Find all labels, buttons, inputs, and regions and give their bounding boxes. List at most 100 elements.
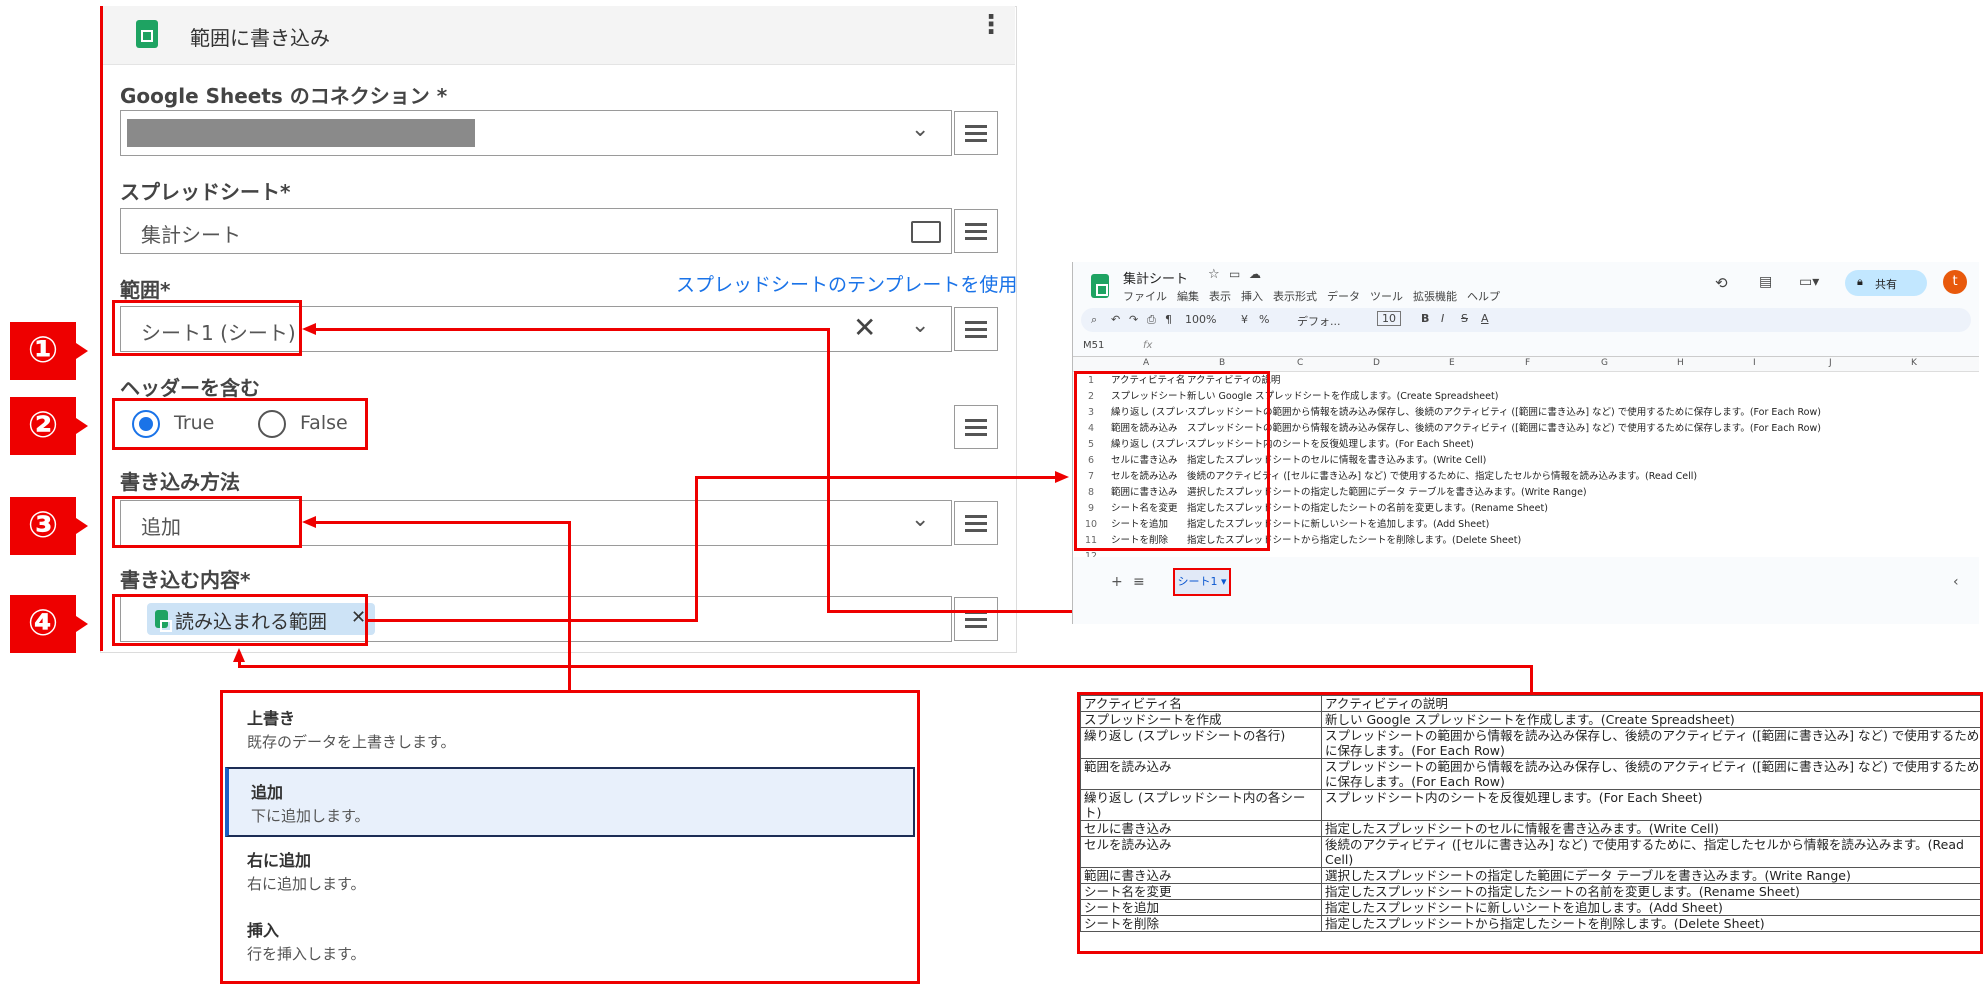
search-icon[interactable]: ⌕ <box>1091 313 1097 327</box>
marker-4: ④ <box>10 595 88 653</box>
avatar[interactable]: t <box>1943 270 1967 294</box>
font-select[interactable]: デフォ... <box>1297 313 1341 329</box>
content-options-button[interactable] <box>954 597 998 641</box>
star-icon[interactable]: ☆ <box>1208 267 1220 282</box>
menu-edit[interactable]: 編集 <box>1177 288 1199 304</box>
google-sheets-icon <box>136 20 158 48</box>
all-sheets-icon[interactable]: ≡ <box>1133 574 1145 590</box>
redo-icon[interactable]: ↷ <box>1129 313 1138 326</box>
column-header[interactable]: C <box>1297 358 1303 368</box>
connector-line <box>316 521 571 524</box>
menu-item-append-right[interactable]: 右に追加 右に追加します。 <box>225 837 915 907</box>
column-header[interactable]: D <box>1373 358 1380 368</box>
menu-item-append[interactable]: 追加 下に追加します。 <box>225 767 915 837</box>
activity-title: 範囲に書き込み <box>190 26 330 50</box>
marker-1: ① <box>10 322 88 380</box>
column-header[interactable]: B <box>1219 358 1225 368</box>
more-vert-icon[interactable]: ⋮ <box>978 12 1004 38</box>
menu-extensions[interactable]: 拡張機能 <box>1413 288 1457 304</box>
column-header[interactable]: F <box>1525 358 1530 368</box>
redacted-connection <box>127 119 475 147</box>
chevron-down-icon[interactable]: ⌄ <box>911 117 929 142</box>
tab-label: シート1 <box>1177 575 1218 588</box>
strikethrough-icon[interactable]: S <box>1461 312 1468 325</box>
text-color-icon[interactable]: A <box>1481 312 1489 325</box>
share-label: 共有 <box>1875 278 1897 291</box>
cell-b[interactable]: スプレッドシートの範囲から情報を読み込み保存し、後続のアクティビティ ([範囲に… <box>1187 405 1821 421</box>
folder-icon[interactable]: ▭ <box>1229 267 1240 281</box>
table-cell: シート名を変更 <box>1080 883 1322 900</box>
connection-options-button[interactable] <box>954 111 998 155</box>
table-cell: 選択したスプレッドシートの指定した範囲にデータ テーブルを書き込みます。(Wri… <box>1321 867 1980 884</box>
highlight-range <box>112 300 302 356</box>
table-row: 繰り返し (スプレッドシートの各行) スプレッドシートの範囲から情報を読み込み保存… <box>1080 727 1980 759</box>
share-button[interactable]: 🔒︎ 共有 <box>1845 270 1927 296</box>
activity-table: アクティビティ名 アクティビティの説明 スプレッドシートを作成 新しい Google… <box>1080 695 1980 932</box>
add-sheet-icon[interactable]: + <box>1111 574 1123 590</box>
highlight-write-method <box>112 496 302 548</box>
table-row: 繰り返し (スプレッドシート内の各シート) スプレッドシート内のシートを反復処理し… <box>1080 789 1980 821</box>
zoom-select[interactable]: 100% <box>1185 313 1216 326</box>
content-label: 書き込む内容* <box>120 568 251 592</box>
bold-icon[interactable]: B <box>1421 312 1429 325</box>
spreadsheet-value: 集計シート <box>141 223 241 247</box>
highlight-sheet-data <box>1074 371 1270 551</box>
spreadsheet-field[interactable]: 集計シート <box>120 208 952 254</box>
google-sheets-icon <box>1091 274 1109 298</box>
clear-icon[interactable]: ✕ <box>853 311 876 344</box>
cell-b[interactable]: スプレッドシートの範囲から情報を読み込み保存し、後続のアクティビティ ([範囲に… <box>1187 421 1821 437</box>
menu-format[interactable]: 表示形式 <box>1273 288 1317 304</box>
menu-item-insert[interactable]: 挿入 行を挿入します。 <box>225 907 915 977</box>
chevron-down-icon[interactable]: ⌄ <box>911 313 929 338</box>
chevron-down-icon[interactable]: ⌄ <box>911 507 929 532</box>
column-header[interactable]: E <box>1449 358 1455 368</box>
menu-insert[interactable]: 挿入 <box>1241 288 1263 304</box>
table-row: 範囲を読み込み スプレッドシートの範囲から情報を読み込み保存し、後続のアクティビテ… <box>1080 758 1980 790</box>
range-options-button[interactable] <box>954 307 998 351</box>
comment-icon[interactable]: ▤ <box>1759 274 1772 290</box>
table-cell: 後続のアクティビティ ([セルに書き込み] など) で使用するために、指定したセ… <box>1321 836 1980 868</box>
table-cell: シートを削除 <box>1080 915 1322 932</box>
menu-data[interactable]: データ <box>1327 288 1360 304</box>
sheet-grid[interactable]: A B C D E F G H I J K 1 アクティビティ名 アクティビティの説… <box>1073 356 1979 557</box>
column-header[interactable]: H <box>1677 358 1684 368</box>
folder-icon[interactable] <box>911 221 941 243</box>
column-header[interactable]: K <box>1911 358 1917 368</box>
percent-icon[interactable]: % <box>1259 313 1269 326</box>
connector-line <box>695 476 1055 479</box>
cloud-icon: ☁ <box>1249 267 1261 281</box>
tab-sheet1[interactable]: シート1 ▾ <box>1173 568 1231 596</box>
connector-line <box>1530 665 1533 695</box>
italic-icon[interactable]: I <box>1441 312 1444 325</box>
menu-item-desc: 既存のデータを上書きします。 <box>247 733 456 751</box>
undo-icon[interactable]: ↶ <box>1111 313 1120 326</box>
connector-line <box>695 476 698 622</box>
table-cell: 指定したスプレッドシートから指定したシートを削除します。(Delete Shee… <box>1321 915 1980 932</box>
template-link[interactable]: スプレッドシートのテンプレートを使用 <box>676 270 1017 297</box>
write-method-options-button[interactable] <box>954 501 998 545</box>
column-header[interactable]: A <box>1143 358 1149 368</box>
font-size-input[interactable]: 10 <box>1377 311 1401 326</box>
menu-item-overwrite[interactable]: 上書き 既存のデータを上書きします。 <box>225 695 915 765</box>
menu-tools[interactable]: ツール <box>1370 288 1403 304</box>
menu-file[interactable]: ファイル <box>1123 288 1167 304</box>
table-cell: シートを追加 <box>1080 899 1322 916</box>
table-cell: 繰り返し (スプレッドシートの各行) <box>1080 727 1322 759</box>
cell-reference[interactable]: M51 <box>1083 340 1104 351</box>
table-row: セルに書き込み 指定したスプレッドシートのセルに情報を書き込みます。(Write … <box>1080 820 1980 837</box>
paint-format-icon[interactable]: ¶ <box>1165 313 1172 326</box>
print-icon[interactable]: ⎙ <box>1147 313 1156 327</box>
column-header[interactable]: G <box>1601 358 1608 368</box>
sidebar-toggle-icon[interactable]: ‹ <box>1953 574 1959 590</box>
menu-view[interactable]: 表示 <box>1209 288 1231 304</box>
menu-help[interactable]: ヘルプ <box>1467 288 1500 304</box>
video-call-icon[interactable]: ▭▾ <box>1799 274 1819 290</box>
header-options-button[interactable] <box>954 405 998 449</box>
marker-3: ③ <box>10 497 88 555</box>
connection-select[interactable]: ⌄ <box>120 110 952 156</box>
currency-icon[interactable]: ¥ <box>1241 313 1248 326</box>
column-header[interactable]: I <box>1753 358 1756 368</box>
history-icon[interactable]: ⟲ <box>1715 274 1728 292</box>
column-header[interactable]: J <box>1829 358 1832 368</box>
spreadsheet-options-button[interactable] <box>954 209 998 253</box>
